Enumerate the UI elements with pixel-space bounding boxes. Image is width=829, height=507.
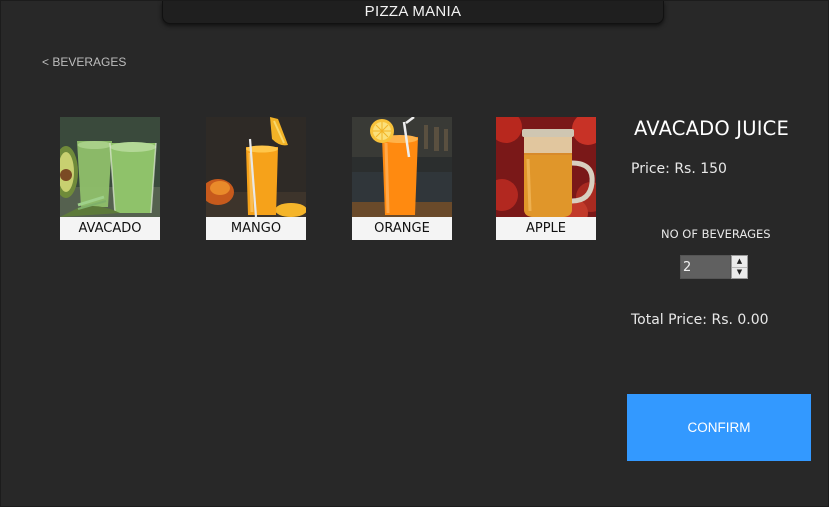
beverage-label: ORANGE: [352, 217, 452, 240]
app-title: PIZZA MANIA: [364, 2, 462, 20]
beverage-card-apple[interactable]: APPLE: [496, 117, 596, 240]
beverage-label: AVACADO: [60, 217, 160, 240]
increment-arrow-icon[interactable]: ▲: [732, 256, 747, 268]
decrement-arrow-icon[interactable]: ▼: [732, 268, 747, 279]
confirm-button[interactable]: CONFIRM: [627, 394, 811, 461]
apple-juice-image: [496, 117, 596, 217]
mango-juice-image: [206, 117, 306, 217]
quantity-input[interactable]: 2: [680, 255, 731, 279]
beverage-label: MANGO: [206, 217, 306, 240]
beverage-card-avacado[interactable]: AVACADO: [60, 117, 160, 240]
orange-juice-image: [352, 117, 452, 217]
avocado-juice-image: [60, 117, 160, 217]
quantity-stepper[interactable]: 2 ▲ ▼: [680, 255, 748, 279]
stepper-buttons: ▲ ▼: [731, 255, 748, 279]
beverage-card-orange[interactable]: ORANGE: [352, 117, 452, 240]
selected-beverage-title: AVACADO JUICE: [634, 117, 790, 140]
quantity-label: NO OF BEVERAGES: [661, 227, 771, 241]
app-window: PIZZA MANIA < BEVERAGES AVACADO MANGO OR…: [0, 0, 829, 507]
back-to-beverages-link[interactable]: < BEVERAGES: [42, 55, 126, 69]
beverage-card-mango[interactable]: MANGO: [206, 117, 306, 240]
price-text: Price: Rs. 150: [631, 161, 727, 177]
total-price-text: Total Price: Rs. 0.00: [631, 312, 769, 328]
beverage-label: APPLE: [496, 217, 596, 240]
title-bar: PIZZA MANIA: [162, 1, 664, 24]
